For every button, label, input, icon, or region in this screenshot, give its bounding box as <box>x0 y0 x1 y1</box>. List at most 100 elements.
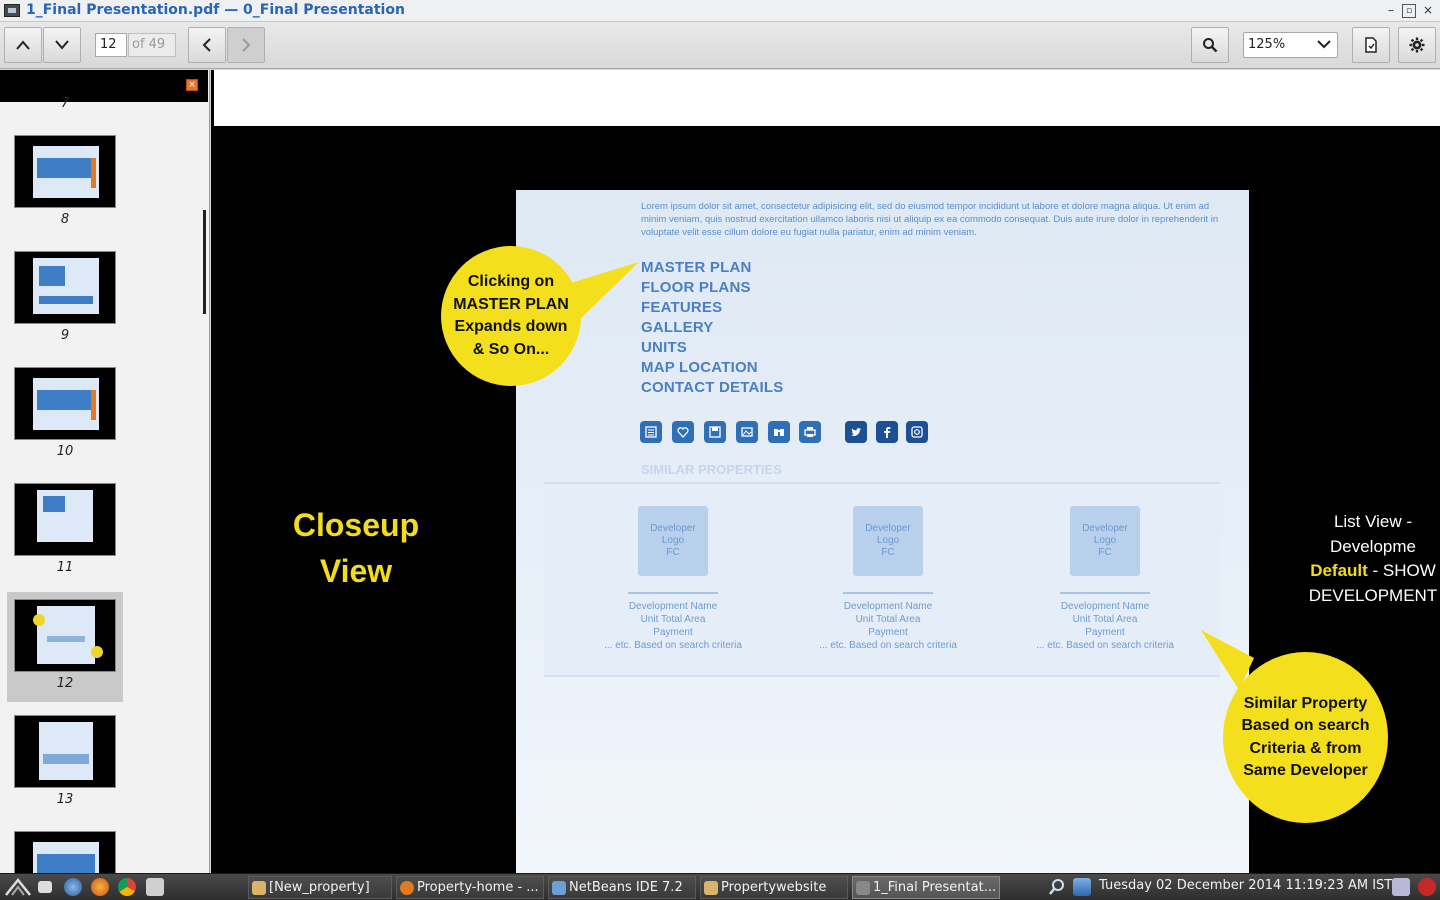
close-sidebar-icon[interactable]: × <box>186 79 198 91</box>
facebook-icon[interactable] <box>876 421 898 443</box>
thumbnail-label: 7 <box>60 96 70 111</box>
save-icon[interactable] <box>704 421 726 443</box>
task-netbeans[interactable]: NetBeans IDE 7.2 <box>548 876 696 899</box>
taskbar: [New_property] Property-home - ... NetBe… <box>0 873 1440 900</box>
folder-icon <box>252 881 266 895</box>
window-title: 1_Final Presentation.pdf — 0_Final Prese… <box>26 2 405 18</box>
thumbnail-label: 8 <box>60 212 70 227</box>
thumbnail-page-8[interactable] <box>14 135 116 208</box>
netbeans-icon <box>552 881 566 895</box>
menu-item-gallery[interactable]: GALLERY <box>641 318 783 338</box>
app-icon <box>4 4 20 17</box>
callout-master-plan: Clicking on MASTER PLAN Expands down & S… <box>441 246 581 386</box>
binoculars-icon[interactable] <box>768 421 790 443</box>
thumbnail-page-9[interactable] <box>14 251 116 324</box>
next-page-button[interactable] <box>43 27 81 63</box>
property-card[interactable]: Developer Logo FC Development Name Unit Tot… <box>1035 506 1175 652</box>
search-icon <box>1203 38 1218 53</box>
forward-button[interactable] <box>227 27 265 63</box>
thumbnail-label: 9 <box>60 328 70 343</box>
menu-item-contact-details[interactable]: CONTACT DETAILS <box>641 378 783 398</box>
lorem-paragraph: Lorem ipsum dolor sit amet, consectetur … <box>641 201 1219 238</box>
zoom-select[interactable]: 125% <box>1243 32 1338 58</box>
thumbnail-sidebar: × 7 8 9 10 11 12 13 <box>0 70 210 873</box>
toolbar: 12 of 49 125% <box>0 22 1440 69</box>
card-details: Development Name Unit Total Area Payment..… <box>604 601 742 651</box>
heart-icon[interactable] <box>672 421 694 443</box>
gear-icon <box>1409 37 1425 53</box>
document-icon <box>1365 37 1377 53</box>
menu-item-master-plan[interactable]: MASTER PLAN <box>641 258 783 278</box>
menu-item-floor-plans[interactable]: FLOOR PLANS <box>641 278 783 298</box>
clock[interactable]: Tuesday 02 December 2014 11:19:23 AM IST <box>1099 878 1392 893</box>
task-final-presentation[interactable]: 1_Final Presentat... <box>852 876 1000 899</box>
close-button[interactable]: × <box>1421 4 1435 18</box>
property-menu: MASTER PLAN FLOOR PLANS FEATURES GALLERY… <box>641 258 783 398</box>
maximize-button[interactable]: ▫ <box>1402 4 1416 18</box>
developer-logo: Developer Logo FC <box>853 506 923 576</box>
thumbnail-label: 11 <box>56 560 74 575</box>
callout-similar-property: Similar Property Based on search Criteri… <box>1223 652 1388 823</box>
card-details: Development Name Unit Total Area Payment..… <box>1036 601 1174 651</box>
instagram-icon[interactable] <box>906 421 928 443</box>
thumbnail-page-12[interactable] <box>14 599 116 672</box>
firefox-icon <box>400 881 414 895</box>
thumbnail-label: 12 <box>56 676 74 691</box>
find-button[interactable] <box>1191 27 1229 63</box>
chevron-right-icon <box>242 38 251 52</box>
settings-button[interactable] <box>1398 27 1436 63</box>
thumbnail-page-10[interactable] <box>14 367 116 440</box>
zoom-value: 125% <box>1248 37 1286 52</box>
desktop-icon[interactable] <box>38 881 52 893</box>
closeup-view-heading: Closeup View <box>292 507 420 589</box>
task-new-property[interactable]: [New_property] <box>248 876 392 899</box>
developer-logo: Developer Logo FC <box>1070 506 1140 576</box>
property-card[interactable]: Developer Logo FC Development Name Unit Tot… <box>603 506 743 652</box>
print-icon[interactable] <box>799 421 821 443</box>
menu-item-units[interactable]: UNITS <box>641 338 783 358</box>
network-folder-icon[interactable] <box>64 878 82 896</box>
similar-properties-title: SIMILAR PROPERTIES <box>641 462 782 477</box>
sidebar-scrollbar[interactable] <box>203 210 206 314</box>
start-menu-icon[interactable] <box>4 877 32 897</box>
chrome-icon[interactable] <box>118 878 136 896</box>
chevron-down-icon <box>1317 40 1331 49</box>
previous-page-bottom <box>214 70 1440 126</box>
minimize-button[interactable]: – <box>1384 4 1398 18</box>
title-bar: 1_Final Presentation.pdf — 0_Final Prese… <box>0 0 1440 22</box>
menu-item-features[interactable]: FEATURES <box>641 298 783 318</box>
calculator-icon[interactable] <box>640 421 662 443</box>
back-button[interactable] <box>188 27 226 63</box>
pdf-viewer-window: 1_Final Presentation.pdf — 0_Final Prese… <box>0 0 1440 900</box>
chevron-down-icon <box>55 40 69 50</box>
firefox-icon[interactable] <box>91 878 109 896</box>
list-view-note: List View - Developme Default - SHOW DEV… <box>1308 512 1438 605</box>
document-view[interactable]: Closeup View Lorem ipsum dolor sit amet,… <box>211 70 1440 873</box>
thumbnail-page-partial[interactable] <box>14 831 116 873</box>
developer-logo: Developer Logo FC <box>638 506 708 576</box>
menu-item-map-location[interactable]: MAP LOCATION <box>641 358 783 378</box>
chevron-left-icon <box>202 38 211 52</box>
thumbnail-page-13[interactable] <box>14 715 116 788</box>
property-card[interactable]: Developer Logo FC Development Name Unit Tot… <box>818 506 958 652</box>
folder-icon <box>704 881 718 895</box>
user-icon[interactable] <box>1392 878 1410 896</box>
thumbnail-label: 13 <box>56 792 74 807</box>
power-icon[interactable] <box>1418 878 1436 896</box>
thumbnail-label: 10 <box>56 444 74 459</box>
page-count: of 49 <box>128 33 176 57</box>
image-icon[interactable] <box>736 421 758 443</box>
similar-properties-section: Developer Logo FC Development Name Unit Tot… <box>544 482 1220 677</box>
thumbnail-page-11[interactable] <box>14 483 116 556</box>
search-icon[interactable] <box>1048 878 1066 896</box>
pdf-viewer-icon <box>856 881 870 895</box>
page-number-input[interactable]: 12 <box>95 33 127 57</box>
document-properties-button[interactable] <box>1352 27 1390 63</box>
task-propertywebsite[interactable]: Propertywebsite <box>700 876 848 899</box>
window-switcher-icon[interactable] <box>146 878 164 896</box>
network-status-icon[interactable] <box>1073 878 1091 896</box>
chevron-up-icon <box>16 40 30 50</box>
twitter-icon[interactable] <box>845 421 867 443</box>
previous-page-button[interactable] <box>4 27 42 63</box>
task-property-home[interactable]: Property-home - ... <box>396 876 544 899</box>
